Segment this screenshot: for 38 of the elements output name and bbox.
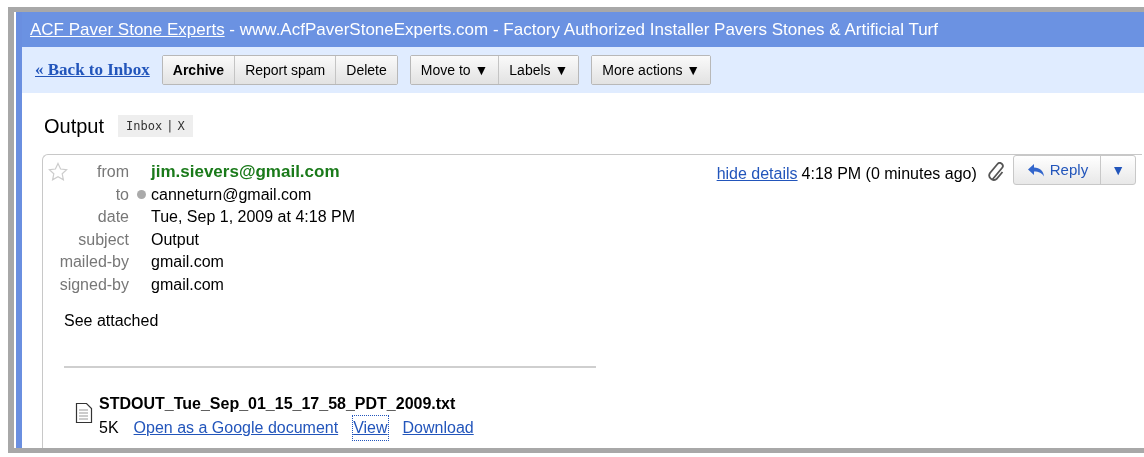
sender-email: jim.sievers@gmail.com [151, 161, 340, 183]
field-label: to [115, 184, 129, 205]
label-name: Inbox [126, 118, 163, 135]
field-value: Output [151, 229, 200, 250]
toolbar-button[interactable]: Labels ▼ [498, 56, 579, 84]
reply-options-button[interactable]: ▼ [1101, 156, 1135, 184]
field-label: signed-by [59, 274, 129, 295]
toolbar-button[interactable]: Report spam [234, 56, 336, 84]
back-to-inbox-link[interactable]: « Back to Inbox [35, 57, 150, 83]
field-label: date [97, 207, 129, 227]
reply-arrow-icon [1025, 162, 1046, 178]
field-value: gmail.com [151, 274, 224, 295]
field-label: subject [78, 229, 129, 250]
subject-title: Output [44, 114, 105, 139]
attachment-link[interactable]: Download [402, 416, 474, 440]
message-time: 4:18 PM (0 minutes ago) [801, 164, 977, 184]
toolbar-button[interactable]: Move to ▼ [410, 56, 499, 84]
toolbar-button[interactable]: More actions ▼ [592, 56, 711, 84]
document-icon [75, 402, 93, 424]
attachment-link[interactable]: Open as a Google document [133, 416, 339, 440]
field-value: gmail.com [151, 252, 224, 272]
toolbar-button[interactable]: Archive [162, 56, 235, 84]
message-body: See attached [64, 311, 160, 331]
field-value: Tue, Sep 1, 2009 at 4:18 PM [151, 207, 355, 227]
recipient-email: canneturn@gmail.com [151, 184, 312, 205]
hide-details-link[interactable]: hide details [716, 162, 798, 186]
header-subtitle: - www.AcfPaverStoneExperts.com - Factory Authorized Installer Pavers Stones & Artificial Turf [228, 19, 938, 39]
attachment-name: STDOUT_Tue_Sep_01_15_17_58_PDT_2009.txt [99, 394, 457, 414]
field-label: from [97, 162, 129, 182]
attachment-link[interactable]: View [353, 416, 388, 440]
label-separator: | [166, 118, 174, 135]
star-icon[interactable] [48, 162, 68, 182]
reply-button[interactable]: Reply [1013, 156, 1102, 184]
toolbar-button[interactable]: Delete [335, 56, 397, 84]
remove-label-button[interactable]: X [177, 117, 185, 135]
presence-icon [136, 190, 146, 200]
attachment-size: 5K [99, 418, 119, 438]
field-label: mailed-by [59, 252, 129, 272]
